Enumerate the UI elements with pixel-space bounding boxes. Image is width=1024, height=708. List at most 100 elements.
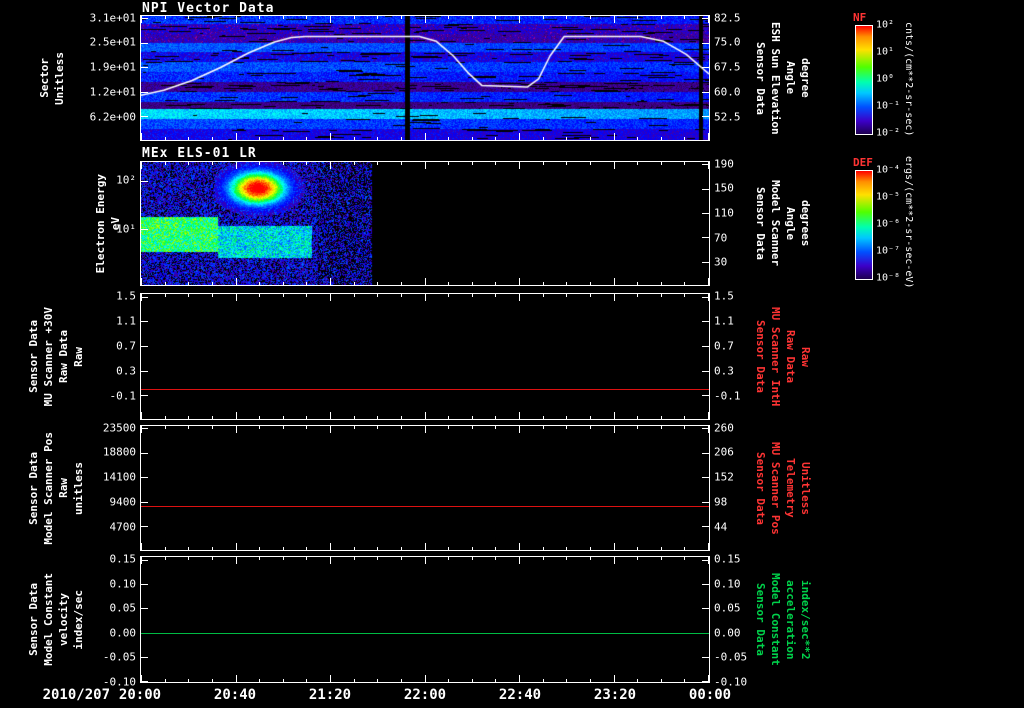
axis-title-line: degree (799, 58, 812, 98)
tick-mark (401, 137, 402, 140)
tick-mark (236, 543, 237, 550)
tick-mark (448, 294, 449, 297)
tick-mark (543, 426, 544, 429)
tick-mark (495, 137, 496, 140)
tick-mark (259, 426, 260, 429)
tick-mark (330, 133, 331, 140)
tick-mark (425, 557, 426, 564)
tick-mark (306, 416, 307, 419)
y-tick-label: 0.00 (109, 626, 137, 640)
tick-mark (708, 543, 709, 550)
tick-mark (708, 412, 709, 419)
tick-mark (684, 547, 685, 550)
y-tick-label: 260 (714, 421, 734, 435)
y-tick-label: 0.10 (714, 577, 741, 591)
tick-mark (141, 278, 142, 285)
tick-mark (495, 557, 496, 560)
tick-mark (141, 321, 148, 322)
axis-title-line: Model Constant (769, 573, 782, 666)
y-ticklabels-right-els: 190 150 110 70 30 (714, 157, 770, 286)
y-tick-label: 110 (714, 206, 734, 220)
tick-mark (354, 162, 355, 165)
tick-mark (141, 681, 148, 682)
tick-mark (212, 557, 213, 560)
tick-mark (401, 416, 402, 419)
tick-mark (637, 416, 638, 419)
y-tick-label: 1.1 (714, 314, 734, 328)
tick-mark (259, 162, 260, 165)
y-ticklabels-left-els: 10² 10¹ (58, 161, 136, 286)
tick-mark (141, 584, 148, 585)
tick-mark (212, 16, 213, 19)
tick-mark (590, 16, 591, 19)
tick-mark (702, 371, 709, 372)
tick-mark (165, 547, 166, 550)
tplot-page: NPI Vector Data MEx ELS-01 LR Sector Unit… (0, 0, 1024, 708)
tick-mark (141, 371, 148, 372)
tick-mark (283, 679, 284, 682)
tick-mark (330, 543, 331, 550)
tick-mark (141, 412, 142, 419)
colorbar-def-ticklabels: 10⁻⁴ 10⁻⁵ 10⁻⁶ 10⁻⁷ 10⁻⁸ (876, 165, 902, 284)
tick-mark (425, 278, 426, 285)
data-line (141, 389, 709, 390)
tick-mark (283, 557, 284, 560)
tick-mark (306, 547, 307, 550)
colorbar-tick-label: 10⁻⁶ (876, 218, 901, 230)
tick-mark (637, 426, 638, 429)
colorbar-tick-label: 10¹ (876, 46, 895, 58)
tick-mark (590, 557, 591, 560)
tick-mark (637, 557, 638, 560)
tick-mark (448, 679, 449, 682)
tick-mark (401, 426, 402, 429)
colorbar-tick-label: 10⁻⁵ (876, 191, 901, 203)
tick-mark (401, 16, 402, 19)
tick-mark (141, 133, 142, 140)
tick-mark (614, 16, 615, 23)
tick-mark (425, 162, 426, 169)
tick-mark (566, 416, 567, 419)
tick-mark (425, 133, 426, 140)
tick-mark (614, 133, 615, 140)
y-tick-label: 14100 (102, 470, 136, 484)
y-tick-label: 6.2e+00 (89, 110, 136, 124)
tick-mark (566, 162, 567, 165)
tick-mark (354, 547, 355, 550)
x-axis-tick-label: 00:00 (688, 687, 732, 703)
tick-mark (702, 237, 709, 238)
tick-mark (188, 282, 189, 285)
axis-title-line: MU Scanner IntH (769, 306, 782, 407)
tick-mark (165, 162, 166, 165)
tick-mark (212, 426, 213, 429)
tick-mark (141, 543, 142, 550)
tick-mark (425, 675, 426, 682)
tick-mark (637, 162, 638, 165)
tick-mark (472, 547, 473, 550)
tick-mark (495, 294, 496, 297)
x-axis-tick-label: 20:40 (213, 687, 257, 703)
tick-mark (495, 426, 496, 429)
tick-mark (590, 162, 591, 165)
tick-mark (354, 294, 355, 297)
tick-mark (614, 278, 615, 285)
x-axis-tick-label: 22:00 (403, 687, 447, 703)
tick-mark (543, 416, 544, 419)
colorbar-nf-title: NF (853, 11, 867, 24)
y-tick-label: 60.0 (714, 85, 741, 99)
y-tick-label: -0.1 (714, 389, 741, 403)
tick-mark (519, 543, 520, 550)
y-ticklabels-right-npi: 82.5 75.0 67.5 60.0 52.5 (714, 11, 770, 141)
data-line (141, 506, 709, 507)
tick-mark (472, 426, 473, 429)
tick-mark (519, 162, 520, 169)
colorbar-def-unit: ergs/(cm**2-sr-sec-eV) (903, 155, 914, 289)
tick-mark (519, 675, 520, 682)
tick-mark (141, 116, 148, 117)
y-tick-label: 1.5 (116, 289, 136, 303)
tick-mark (236, 162, 237, 169)
tick-mark (590, 547, 591, 550)
colorbar-tick-label: 10² (876, 19, 895, 31)
tick-mark (590, 426, 591, 429)
tick-mark (306, 162, 307, 165)
colorbar-def (855, 170, 873, 280)
